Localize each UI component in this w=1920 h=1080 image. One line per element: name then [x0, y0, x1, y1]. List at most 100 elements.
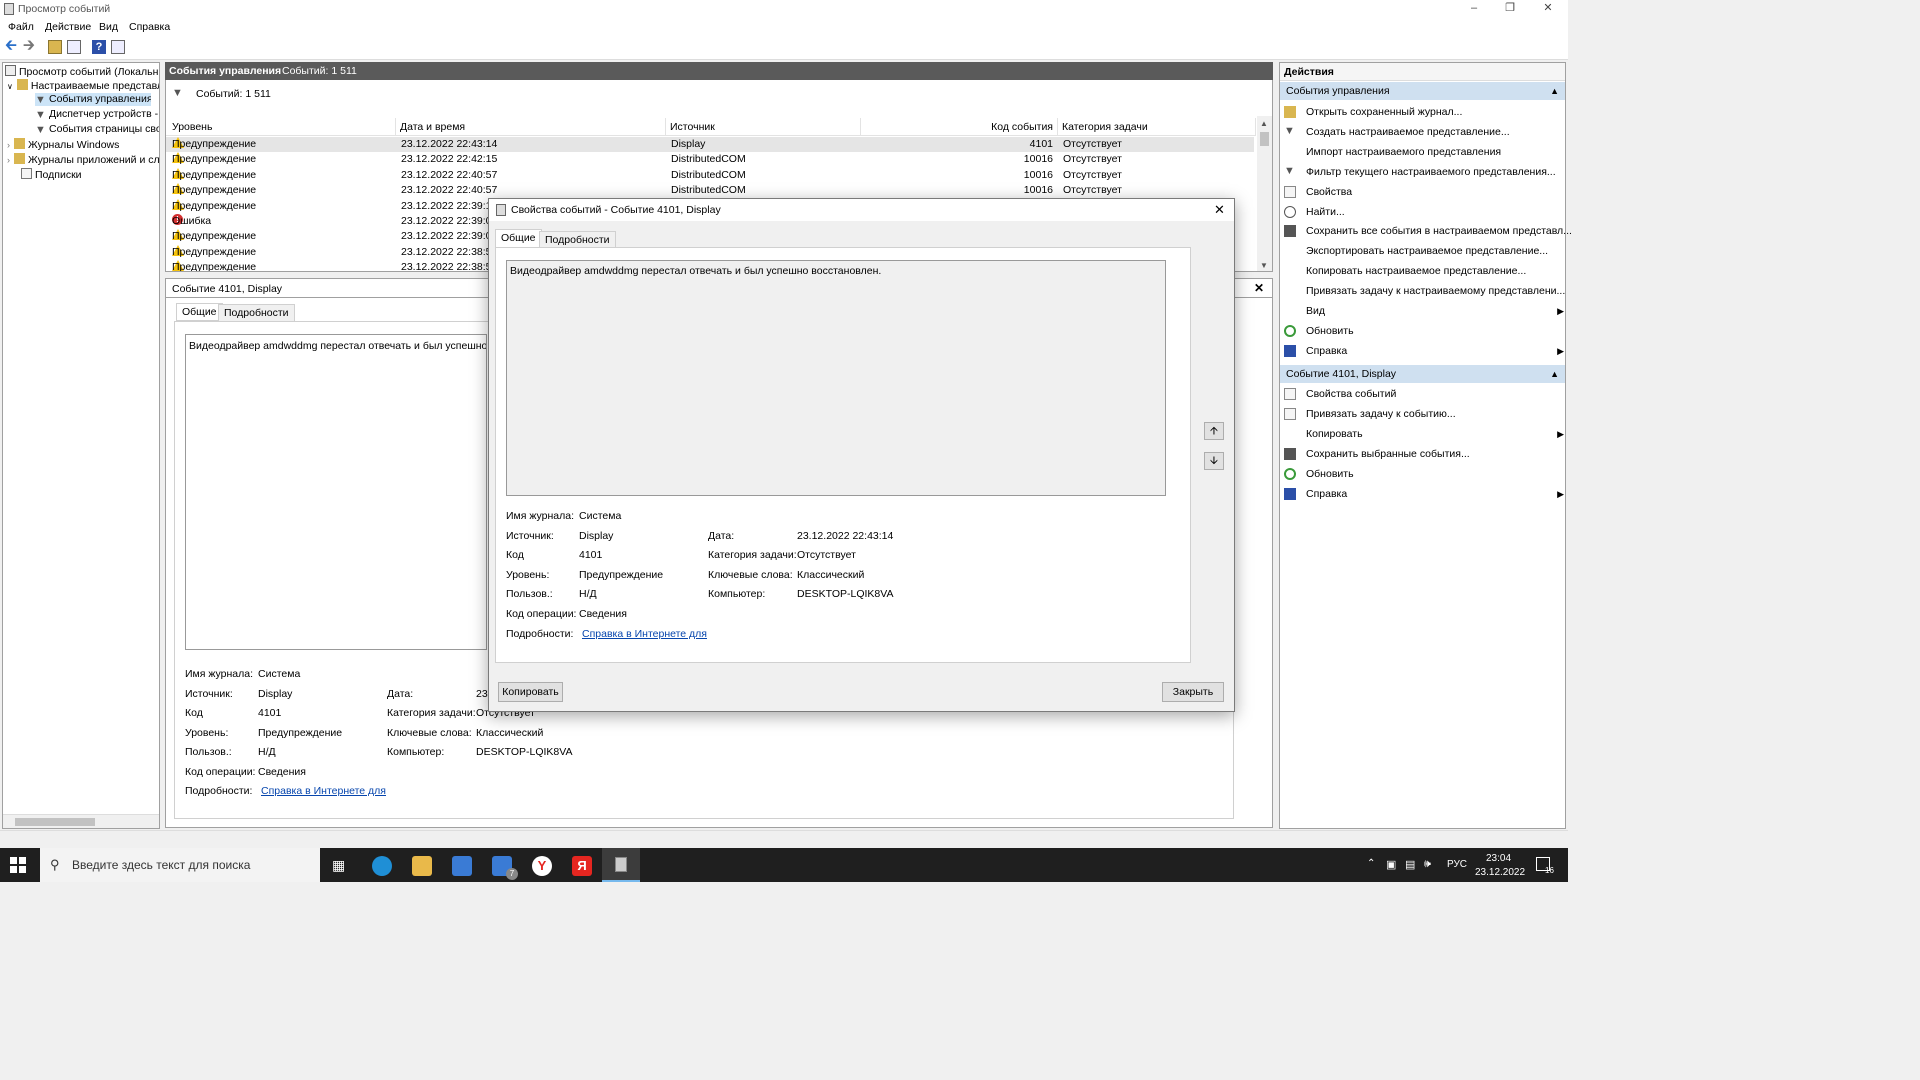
chevron-right-icon[interactable]: ›: [7, 140, 10, 150]
minimize-button[interactable]: –: [1456, 0, 1492, 18]
preview-message-box[interactable]: Видеодрайвер amdwddmg перестал отвечать …: [185, 334, 487, 650]
action-item[interactable]: Экспортировать настраиваемое представлен…: [1284, 241, 1564, 261]
menu-help[interactable]: Справка: [129, 21, 170, 33]
column-source[interactable]: Источник: [666, 118, 861, 136]
properties-icon: [1284, 388, 1296, 400]
tree-custom-views[interactable]: ∨ Настраиваемые представле: [7, 79, 159, 92]
scroll-up-icon[interactable]: ▲: [1260, 119, 1268, 128]
show-hide-tree-icon[interactable]: [67, 40, 81, 54]
actions-section-event[interactable]: Событие 4101, Display ▲: [1280, 365, 1565, 383]
table-vertical-scrollbar[interactable]: ▲ ▼: [1257, 116, 1272, 271]
tree-page-events[interactable]: ▼ События страницы свод: [35, 123, 159, 136]
table-row[interactable]: Предупреждение 23.12.2022 22:42:15 Distrib…: [166, 152, 1254, 167]
menu-action[interactable]: Действие: [45, 21, 91, 33]
value-computer: DESKTOP-LQIK8VA: [476, 746, 573, 758]
dialog-tab-general[interactable]: Общие: [495, 229, 542, 248]
actions-section-admin-events[interactable]: События управления ▲: [1280, 82, 1565, 100]
close-window-button[interactable]: ✕: [1530, 0, 1566, 18]
copy-button[interactable]: Копировать: [498, 682, 563, 702]
column-level[interactable]: Уровень: [168, 118, 396, 136]
action-item[interactable]: Копировать ▶: [1284, 424, 1564, 444]
close-dialog-button[interactable]: Закрыть: [1162, 682, 1224, 702]
chevron-down-icon[interactable]: ∨: [7, 82, 13, 91]
action-item[interactable]: Обновить: [1284, 464, 1564, 484]
scrollbar-thumb[interactable]: [1260, 132, 1269, 146]
microsoft-store-icon[interactable]: [452, 856, 472, 876]
yandex-browser-icon[interactable]: Y: [532, 856, 552, 876]
action-item[interactable]: Импорт настраиваемого представления: [1284, 142, 1564, 162]
collapse-icon[interactable]: ▲: [1550, 82, 1559, 100]
action-item[interactable]: Свойства: [1284, 182, 1564, 202]
scroll-down-icon[interactable]: ▼: [1260, 261, 1268, 270]
menu-view[interactable]: Вид: [99, 21, 118, 33]
show-hidden-icons-icon[interactable]: ⌃: [1367, 858, 1375, 869]
tree-subscriptions[interactable]: Подписки: [21, 168, 159, 181]
tree-admin-events[interactable]: ▼ События управления: [35, 93, 151, 106]
table-row[interactable]: Предупреждение 23.12.2022 22:40:57 Distrib…: [166, 183, 1254, 198]
scrollbar-thumb[interactable]: [15, 818, 95, 826]
dialog-close-icon[interactable]: ✕: [1214, 202, 1225, 218]
cell-source: DistributedCOM: [671, 168, 746, 181]
action-item[interactable]: Копировать настраиваемое представление..…: [1284, 261, 1564, 281]
action-item[interactable]: Обновить: [1284, 321, 1564, 341]
action-item[interactable]: Привязать задачу к настраиваемому предст…: [1284, 281, 1565, 301]
next-event-button[interactable]: 🡫: [1204, 452, 1224, 470]
task-view-icon[interactable]: ▦: [332, 857, 345, 874]
forward-arrow-icon[interactable]: 🡲: [22, 37, 36, 54]
dialog-value-date: 23.12.2022 22:43:14: [797, 530, 894, 542]
dialog-message-box[interactable]: Видеодрайвер amdwddmg перестал отвечать …: [506, 260, 1166, 496]
up-folder-icon[interactable]: [48, 40, 62, 54]
previous-event-button[interactable]: 🡩: [1204, 422, 1224, 440]
edge-browser-icon[interactable]: [372, 856, 392, 876]
clock-date[interactable]: 23.12.2022: [1475, 867, 1525, 878]
table-row[interactable]: Предупреждение 23.12.2022 22:40:57 Distrib…: [166, 167, 1254, 183]
show-hide-action-icon[interactable]: [111, 40, 125, 54]
tab-general[interactable]: Общие: [176, 303, 223, 321]
action-item[interactable]: ▼ Создать настраиваемое представление...: [1284, 122, 1564, 142]
action-item[interactable]: Свойства событий: [1284, 384, 1564, 404]
dialog-online-help-link[interactable]: Справка в Интернете для: [582, 628, 707, 640]
action-item[interactable]: ▼ Фильтр текущего настраиваемого представ…: [1284, 162, 1564, 182]
language-indicator[interactable]: РУС: [1447, 859, 1467, 870]
back-arrow-icon[interactable]: 🡰: [4, 37, 18, 54]
column-category[interactable]: Категория задачи: [1058, 118, 1256, 136]
action-item[interactable]: Сохранить все события в настраиваемом пр…: [1284, 221, 1572, 241]
dialog-title: Свойства событий - Событие 4101, Display: [511, 204, 721, 216]
column-datetime[interactable]: Дата и время: [396, 118, 666, 136]
online-help-link[interactable]: Справка в Интернете для: [261, 785, 386, 797]
collapse-icon[interactable]: ▲: [1550, 365, 1559, 383]
event-viewer-taskbar-button[interactable]: [602, 848, 640, 882]
network-icon[interactable]: ▤: [1405, 858, 1415, 871]
tree-windows-logs[interactable]: › Журналы Windows: [7, 138, 159, 151]
volume-icon[interactable]: 🕪: [1424, 858, 1431, 871]
action-item[interactable]: Справка ▶: [1284, 341, 1564, 361]
column-code[interactable]: Код события: [861, 118, 1058, 136]
device-icon[interactable]: ▣: [1386, 858, 1396, 871]
taskbar-search-box[interactable]: ⚲ Введите здесь текст для поиска: [40, 848, 320, 882]
close-preview-icon[interactable]: ✕: [1254, 281, 1264, 295]
table-row[interactable]: Предупреждение 23.12.2022 22:43:14 Display…: [166, 137, 1254, 153]
action-item[interactable]: Открыть сохраненный журнал...: [1284, 102, 1564, 122]
windows-start-icon[interactable]: [10, 857, 26, 873]
tree-root[interactable]: Просмотр событий (Локальнь: [5, 65, 159, 78]
file-explorer-icon[interactable]: [412, 856, 432, 876]
restore-button[interactable]: ❐: [1492, 0, 1528, 18]
action-item[interactable]: Сохранить выбранные события...: [1284, 444, 1564, 464]
help-icon[interactable]: ?: [92, 40, 106, 54]
menu-file[interactable]: Файл: [8, 21, 34, 33]
dialog-tab-details[interactable]: Подробности: [539, 231, 616, 248]
navigation-tree: Просмотр событий (Локальнь ∨ Настраиваемы…: [2, 62, 160, 829]
action-item[interactable]: Привязать задачу к событию...: [1284, 404, 1564, 424]
action-item[interactable]: Вид ▶: [1284, 301, 1564, 321]
action-item[interactable]: Найти...: [1284, 202, 1564, 222]
tree-horizontal-scrollbar[interactable]: [3, 814, 159, 828]
tab-details[interactable]: Подробности: [218, 304, 295, 322]
clock-time[interactable]: 23:04: [1486, 853, 1511, 864]
label-opcode: Код операции:: [185, 766, 256, 778]
action-item[interactable]: Справка ▶: [1284, 484, 1564, 504]
label-source: Источник:: [185, 688, 233, 700]
tree-app-logs[interactable]: › Журналы приложений и сл: [7, 153, 159, 166]
tree-device-manager[interactable]: ▼ Диспетчер устройств - А: [35, 108, 159, 121]
yandex-icon[interactable]: Я: [572, 856, 592, 876]
chevron-right-icon[interactable]: ›: [7, 155, 10, 165]
